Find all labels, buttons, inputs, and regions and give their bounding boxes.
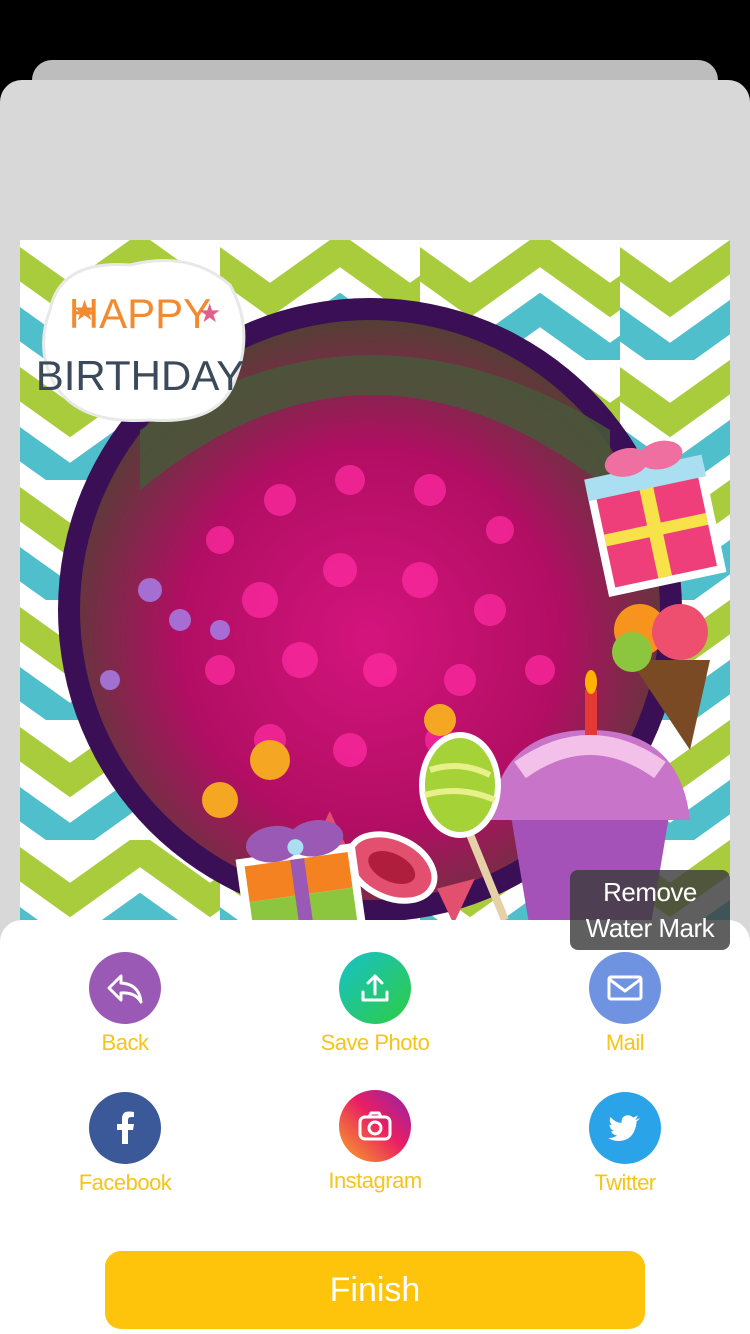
twitter-label: Twitter [594, 1170, 656, 1195]
photo-preview: HAPPY BIRTHDAY ★ ★ [20, 240, 730, 950]
remove-watermark-line2: Water Mark [585, 913, 715, 943]
remove-watermark-button[interactable]: Remove Water Mark [570, 870, 730, 950]
instagram-label: Instagram [328, 1168, 422, 1193]
twitter-bird-icon [589, 1092, 661, 1164]
svg-text:★: ★ [198, 298, 221, 328]
camera-icon [339, 1090, 411, 1162]
finish-button[interactable]: Finish [105, 1251, 645, 1329]
envelope-icon [589, 952, 661, 1024]
back-button[interactable]: Back [35, 952, 215, 1056]
facebook-button[interactable]: Facebook [35, 1092, 215, 1196]
svg-text:★: ★ [72, 295, 97, 326]
facebook-label: Facebook [78, 1170, 172, 1195]
birthday-frame-image: HAPPY BIRTHDAY ★ ★ [20, 240, 730, 950]
save-photo-label: Save Photo [320, 1030, 430, 1055]
mail-label: Mail [605, 1030, 645, 1055]
upload-icon [339, 952, 411, 1024]
mail-button[interactable]: Mail [535, 952, 715, 1056]
reply-arrow-icon [89, 952, 161, 1024]
facebook-icon [89, 1092, 161, 1164]
happy-birthday-sticker: HAPPY BIRTHDAY ★ ★ [36, 259, 246, 423]
remove-watermark-line1: Remove [603, 877, 697, 907]
save-photo-button[interactable]: Save Photo [285, 952, 465, 1056]
instagram-button[interactable]: Instagram [285, 1090, 465, 1194]
svg-text:BIRTHDAY: BIRTHDAY [36, 352, 244, 399]
twitter-button[interactable]: Twitter [535, 1092, 715, 1196]
back-label: Back [101, 1030, 149, 1055]
